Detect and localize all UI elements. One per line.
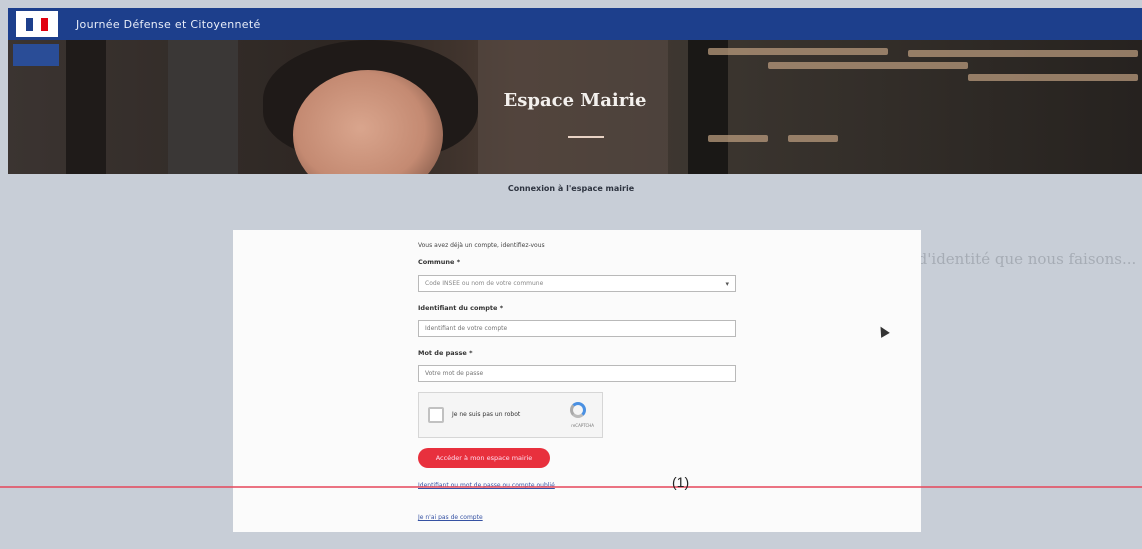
hero-banner: Espace Mairie xyxy=(8,40,1142,174)
recaptcha-icon xyxy=(570,402,586,418)
side-tab[interactable] xyxy=(13,44,59,66)
chevron-down-icon: ▾ xyxy=(725,279,729,288)
hero-title: Espace Mairie xyxy=(503,90,647,111)
identifiant-field[interactable] xyxy=(418,320,736,337)
recaptcha-brand: reCAPTCHA xyxy=(571,423,594,428)
french-flag-icon xyxy=(26,17,48,31)
login-intro: Vous avez déjà un compte, identifiez-vou… xyxy=(418,242,545,249)
recaptcha-widget: Je ne suis pas un robot reCAPTCHA xyxy=(418,392,603,438)
top-bar: Journée Défense et Citoyenneté xyxy=(8,8,1142,40)
recaptcha-label: Je ne suis pas un robot xyxy=(452,411,521,418)
page: Journée Défense et Citoyenneté Espace Ma… xyxy=(0,0,1142,549)
recaptcha-checkbox[interactable] xyxy=(428,407,444,423)
password-label: Mot de passe * xyxy=(418,349,473,357)
annotation-line xyxy=(0,486,1142,488)
republique-logo[interactable] xyxy=(16,11,58,37)
commune-label: Commune * xyxy=(418,258,461,266)
submit-button[interactable]: Accéder à mon espace mairie xyxy=(418,448,550,468)
app-title: Journée Défense et Citoyenneté xyxy=(76,17,261,31)
password-field[interactable] xyxy=(418,365,736,382)
annotation-marker: (1) xyxy=(672,474,690,490)
commune-select[interactable]: Code INSEE ou nom de votre commune ▾ xyxy=(418,275,736,292)
identifiant-input[interactable] xyxy=(425,325,729,332)
hero-divider xyxy=(568,136,604,138)
commune-placeholder: Code INSEE ou nom de votre commune xyxy=(425,280,544,287)
page-subtitle: Connexion à l'espace mairie xyxy=(507,184,635,193)
no-account-link[interactable]: Je n'ai pas de compte xyxy=(418,514,483,521)
identifiant-label: Identifiant du compte * xyxy=(418,304,504,312)
password-input[interactable] xyxy=(425,370,729,377)
